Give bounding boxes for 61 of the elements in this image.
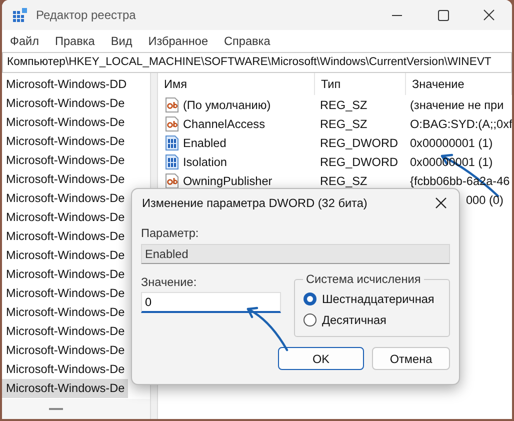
string-value-icon (164, 116, 180, 132)
group-label: Система исчисления (305, 272, 422, 286)
binary-value-icon (164, 134, 180, 150)
column-header[interactable]: Имя (158, 73, 315, 95)
value-type: REG_DWORD (320, 154, 398, 168)
tree-item[interactable]: Microsoft-Windows-De (2, 284, 128, 303)
value-name: OwningPublisher (183, 174, 272, 188)
annotation-arrow (246, 306, 288, 352)
value-data: (значение не при (410, 98, 504, 112)
tree-item[interactable]: Microsoft-Windows-De (2, 189, 128, 208)
binary-value-icon (164, 154, 180, 170)
menu-item[interactable]: Избранное (148, 34, 208, 48)
value-name: Enabled (183, 136, 226, 150)
tree-item[interactable]: Microsoft-Windows-De (2, 132, 128, 151)
menu-item[interactable]: Правка (55, 34, 95, 48)
name-field: Enabled (141, 244, 450, 264)
tree-item[interactable]: Microsoft-Windows-De (2, 94, 128, 113)
tree-item[interactable]: Microsoft-Windows-De (2, 208, 128, 227)
tree-item[interactable]: Microsoft-Windows-De (2, 113, 128, 132)
radio-label: Шестнадцатеричная (322, 292, 434, 306)
value-name: ChannelAccess (183, 116, 265, 130)
menu-item[interactable]: Вид (110, 34, 132, 48)
value-type: REG_SZ (320, 174, 368, 188)
tree-item[interactable]: Microsoft-Windows-De (2, 170, 128, 189)
tree-item[interactable]: Microsoft-Windows-De (2, 360, 128, 379)
menu-item[interactable]: Справка (224, 34, 270, 48)
radio-label: Десятичная (322, 312, 386, 326)
value-type: REG_SZ (320, 116, 368, 130)
field-label: Значение: (141, 274, 198, 290)
tree-item[interactable]: Microsoft-Windows-De (2, 379, 128, 398)
dialog-title: Изменение параметра DWORD (32 бита) (142, 196, 368, 210)
field-label: Параметр: (141, 225, 200, 241)
string-value-icon (164, 96, 180, 112)
tree-item[interactable]: Microsoft-Windows-De (2, 227, 128, 246)
column-header[interactable]: Тип (315, 73, 406, 95)
value-input[interactable]: 0 (141, 292, 281, 313)
scrollbar[interactable] (2, 399, 150, 419)
tree-item[interactable]: Microsoft-Windows-DD (2, 75, 128, 94)
window-title: Редактор реестра (36, 8, 136, 22)
value-name: (По умолчанию) (183, 98, 271, 112)
menu-item[interactable]: Файл (10, 34, 40, 48)
value-data: O:BAG:SYD:(A;;0xf (410, 116, 512, 130)
column-header[interactable]: Значение (406, 73, 512, 95)
tree-item[interactable]: Microsoft-Windows-De (2, 341, 128, 360)
address-field[interactable]: Компьютер\HKEY_LOCAL_MACHINE\SOFTWARE\Microsoft\Windows\CurrentVersion\WINEVT (2, 52, 512, 73)
radio-selected[interactable] (303, 292, 317, 306)
value-data: 000 (0) (466, 192, 504, 206)
tree-item[interactable]: Microsoft-Windows-De (2, 246, 128, 265)
value-type: REG_SZ (320, 98, 368, 112)
value-name: Isolation (183, 154, 227, 168)
tree-item[interactable]: Microsoft-Windows-De (2, 151, 128, 170)
registry-icon (12, 7, 28, 23)
tree-item[interactable]: Microsoft-Windows-De (2, 265, 128, 284)
radio-button[interactable] (303, 312, 317, 326)
cancel-button[interactable]: Отмена (372, 347, 450, 370)
ok-button[interactable]: OK (278, 347, 364, 370)
value-type: REG_DWORD (320, 136, 398, 150)
tree-item[interactable]: Microsoft-Windows-De (2, 303, 128, 322)
value-data: 0x00000001 (1) (410, 136, 493, 150)
tree-item[interactable]: Microsoft-Windows-De (2, 322, 128, 341)
close-icon[interactable] (433, 195, 449, 211)
